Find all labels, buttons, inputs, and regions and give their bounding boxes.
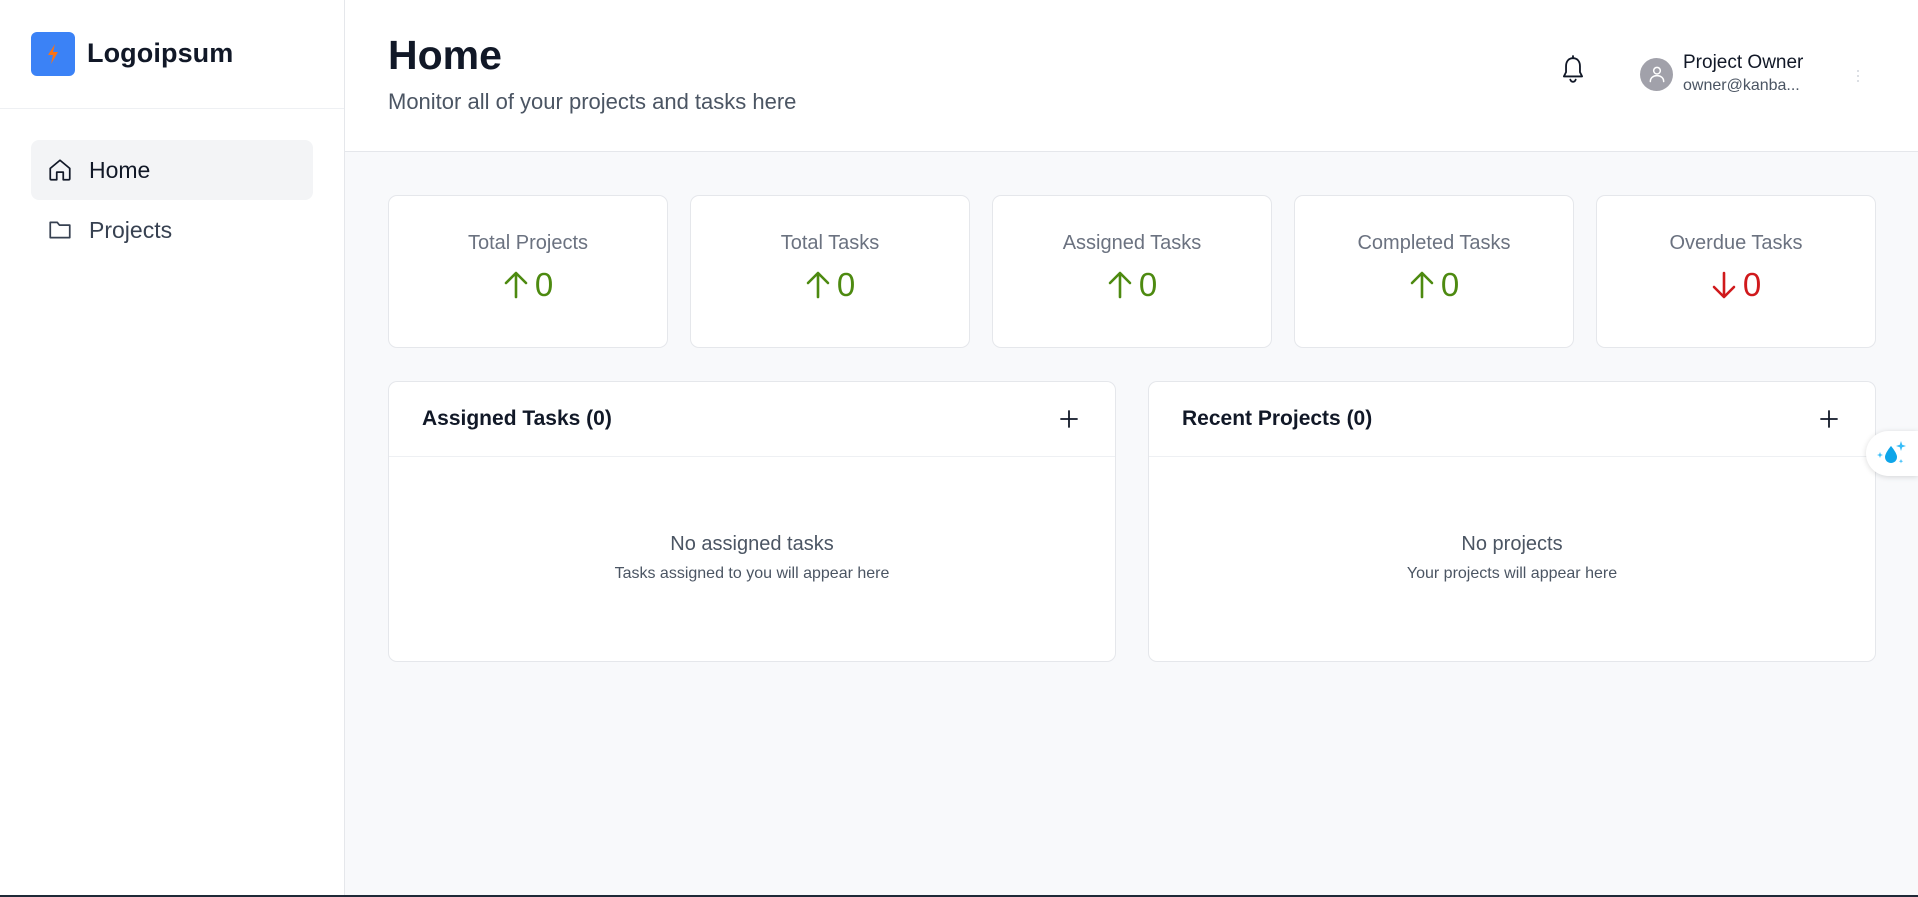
stat-value: 0	[1742, 266, 1762, 303]
stats-row: Total Projects 0 Total Tasks 0 Assigned …	[388, 195, 1876, 348]
stat-value: 0	[1138, 266, 1158, 303]
stat-card-assigned-tasks: Assigned Tasks 0	[992, 195, 1272, 348]
notifications-button[interactable]	[1558, 54, 1588, 90]
app-shell: Logoipsum Home Projects Home Monitor all…	[0, 0, 1918, 895]
assistant-launcher[interactable]	[1866, 431, 1918, 476]
stat-card-overdue-tasks: Overdue Tasks 0	[1596, 195, 1876, 348]
stat-value-row: 0	[503, 265, 553, 305]
sidebar-nav: Home Projects	[0, 109, 344, 260]
stat-label: Assigned Tasks	[1062, 232, 1202, 254]
plus-icon	[1060, 410, 1078, 428]
panel-title: Recent Projects (0)	[1182, 407, 1373, 430]
page-header: Home Monitor all of your projects and ta…	[345, 0, 1918, 152]
assigned-tasks-panel: Assigned Tasks (0) No assigned tasks Tas…	[388, 381, 1116, 662]
empty-state-title: No projects	[1461, 533, 1563, 555]
arrow-up-icon	[806, 271, 830, 299]
stat-label: Total Tasks	[780, 232, 880, 254]
user-info: Project Owner owner@kanba...	[1683, 51, 1803, 97]
sparkle-drop-icon	[1877, 440, 1906, 463]
recent-projects-panel: Recent Projects (0) No projects Your pro…	[1148, 381, 1876, 662]
user-email: owner@kanba...	[1683, 77, 1800, 94]
stat-card-completed-tasks: Completed Tasks 0	[1294, 195, 1574, 348]
empty-state-subtitle: Tasks assigned to you will appear here	[614, 565, 890, 582]
arrow-up-icon	[1108, 271, 1132, 299]
add-project-button[interactable]	[1817, 407, 1841, 431]
bell-icon	[1560, 54, 1586, 90]
sidebar: Logoipsum Home Projects	[0, 0, 345, 895]
page-subtitle: Monitor all of your projects and tasks h…	[388, 89, 797, 114]
arrow-down-icon	[1712, 271, 1736, 299]
stat-value-row: 0	[805, 265, 855, 305]
sidebar-item-projects[interactable]: Projects	[31, 200, 313, 260]
empty-state: No projects Your projects will appear he…	[1149, 457, 1875, 583]
stat-value-row: 0	[1107, 265, 1157, 305]
page-title: Home	[388, 32, 502, 78]
stat-value: 0	[836, 266, 856, 303]
stat-label: Total Projects	[467, 232, 589, 254]
user-menu[interactable]: Project Owner owner@kanba...	[1640, 51, 1803, 97]
main-content: Home Monitor all of your projects and ta…	[345, 0, 1918, 895]
sidebar-item-home[interactable]: Home	[31, 140, 313, 200]
empty-state-subtitle: Your projects will appear here	[1406, 565, 1618, 582]
add-task-button[interactable]	[1057, 407, 1081, 431]
folder-icon	[46, 216, 74, 244]
stat-value: 0	[534, 266, 554, 303]
panel-header: Recent Projects (0)	[1149, 382, 1875, 457]
arrow-up-icon	[1410, 271, 1434, 299]
stat-value-row: 0	[1409, 265, 1459, 305]
brand[interactable]: Logoipsum	[0, 0, 344, 109]
empty-state-title: No assigned tasks	[670, 533, 834, 555]
stat-label: Overdue Tasks	[1669, 232, 1803, 254]
avatar	[1640, 57, 1673, 91]
stat-card-total-projects: Total Projects 0	[388, 195, 668, 348]
more-options-icon[interactable]	[1850, 62, 1866, 90]
sidebar-item-label: Projects	[89, 216, 173, 243]
home-icon	[46, 156, 74, 184]
sidebar-item-label: Home	[89, 156, 151, 183]
stat-value: 0	[1440, 266, 1460, 303]
plus-icon	[1820, 410, 1838, 428]
stat-value-row: 0	[1711, 265, 1761, 305]
user-name: Project Owner	[1683, 52, 1804, 73]
panel-title: Assigned Tasks (0)	[422, 407, 612, 430]
arrow-up-icon	[504, 271, 528, 299]
panel-header: Assigned Tasks (0)	[389, 382, 1115, 457]
stat-label: Completed Tasks	[1357, 232, 1511, 254]
logo-icon	[31, 31, 75, 76]
empty-state: No assigned tasks Tasks assigned to you …	[389, 457, 1115, 583]
panels-row: Assigned Tasks (0) No assigned tasks Tas…	[388, 381, 1876, 662]
stat-card-total-tasks: Total Tasks 0	[690, 195, 970, 348]
brand-name: Logoipsum	[87, 38, 234, 68]
